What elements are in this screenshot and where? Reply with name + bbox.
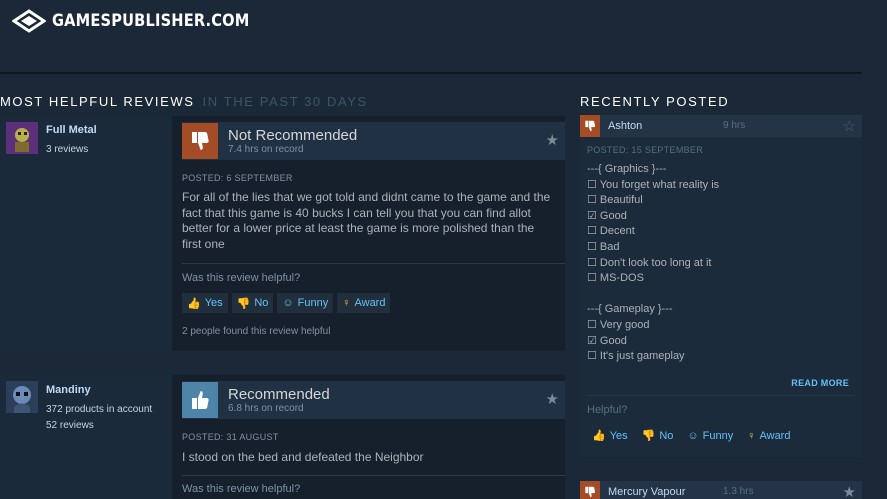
recent-line: ☐ Very good xyxy=(587,318,650,331)
helpful-question: Was this review helpful? xyxy=(182,483,301,495)
recent-review-body: ---{ Graphics }--- ☐ You forget what rea… xyxy=(587,162,857,365)
recent-section-title: RECENTLY POSTED xyxy=(580,94,730,109)
recent-author-name[interactable]: Ashton xyxy=(608,120,642,132)
funny-button[interactable]: ☺ Funny xyxy=(277,293,334,313)
avatar[interactable] xyxy=(6,381,38,413)
award-icon: ♀ xyxy=(342,297,351,309)
no-button[interactable]: 👎 No xyxy=(641,429,674,443)
award-button[interactable]: ♀ Award xyxy=(337,293,391,313)
recent-review-card: Mercury Vapour 1.3 hrs ★ xyxy=(580,481,862,499)
review-body: I stood on the bed and defeated the Neig… xyxy=(182,450,424,464)
review-author-count[interactable]: 52 reviews xyxy=(46,420,94,431)
review-author-panel: Mandiny 372 products in account 52 revie… xyxy=(0,375,172,499)
read-more-link[interactable]: READ MORE xyxy=(791,378,849,388)
posted-date: POSTED: 31 AUGUST xyxy=(182,432,279,442)
recent-helpful-question: Helpful? xyxy=(587,404,628,416)
recent-line: ---{ Gameplay }--- xyxy=(587,303,673,316)
review-author-panel: Full Metal 3 reviews xyxy=(0,116,172,351)
award-button[interactable]: ♀ Award xyxy=(747,429,790,442)
hours-on-record: 7.4 hrs on record xyxy=(228,144,304,155)
verdict-text: Not Recommended 7.4 hrs on record xyxy=(228,127,357,155)
no-label: No xyxy=(659,429,674,442)
thumbs-down-icon: 👎 xyxy=(641,430,656,442)
recent-line: ☐ Don't look too long at it xyxy=(587,256,712,269)
yes-button[interactable]: 👍 Yes xyxy=(182,293,228,313)
review-divider xyxy=(182,475,565,476)
helpful-section-title: MOST HELPFUL REVIEWS IN THE PAST 30 DAYS xyxy=(0,94,368,109)
verdict-header[interactable]: Recommended 6.8 hrs on record ★ xyxy=(182,381,565,419)
recent-review-card: Ashton 9 hrs ☆ POSTED: 15 SEPTEMBER ---{… xyxy=(580,115,862,457)
logo-icon xyxy=(12,9,46,33)
recent-line: ☐ Bad xyxy=(587,240,620,253)
posted-date: POSTED: 6 SEPTEMBER xyxy=(182,173,293,183)
vote-buttons: 👍 Yes 👎 No ☺ Funny ♀ Award xyxy=(182,293,391,313)
verdict-header[interactable]: Not Recommended 7.4 hrs on record ★ xyxy=(182,122,565,160)
site-logo[interactable]: GAMESPUBLISHER.COM xyxy=(12,9,282,33)
smiley-icon: ☺ xyxy=(687,429,699,442)
recent-hours: 1.3 hrs xyxy=(723,486,754,497)
recent-review-header[interactable]: Mercury Vapour 1.3 hrs ★ xyxy=(580,481,862,499)
review-body: For all of the lies that we got told and… xyxy=(182,190,551,251)
avatar[interactable] xyxy=(6,122,38,154)
review-author-name[interactable]: Mandiny xyxy=(46,384,91,396)
funny-button[interactable]: ☺ Funny xyxy=(687,429,733,442)
recent-hours: 9 hrs xyxy=(723,120,746,131)
recent-line: ☑ Good xyxy=(587,334,627,347)
thumbs-up-icon: 👍 xyxy=(187,297,201,310)
thumbs-up-icon xyxy=(182,382,218,418)
recent-author-name[interactable]: Mercury Vapour xyxy=(608,486,685,498)
recent-line: ☐ Beautiful xyxy=(587,194,643,207)
thumbs-up-icon: 👍 xyxy=(592,430,606,442)
review-divider xyxy=(182,263,565,264)
verdict-text: Recommended 6.8 hrs on record xyxy=(228,386,330,414)
yes-button[interactable]: 👍 Yes xyxy=(592,429,628,443)
award-icon: ♀ xyxy=(747,429,756,442)
recent-line: ☐ You forget what reality is xyxy=(587,178,720,191)
recent-line xyxy=(587,287,857,303)
review-card: Full Metal 3 reviews Not Recommended 7.4… xyxy=(0,116,565,351)
helpful-title: MOST HELPFUL REVIEWS xyxy=(0,94,195,109)
thumbs-down-icon xyxy=(580,115,600,137)
no-button[interactable]: 👎 No xyxy=(231,293,274,313)
funny-label: Funny xyxy=(702,429,734,442)
star-icon[interactable]: ★ xyxy=(546,131,559,149)
helpful-subtitle: IN THE PAST 30 DAYS xyxy=(202,94,368,109)
recent-line: ☐ It's just gameplay xyxy=(587,350,685,363)
thumbs-down-icon: 👎 xyxy=(236,297,251,310)
review-author-name[interactable]: Full Metal xyxy=(46,124,97,136)
smiley-icon: ☺ xyxy=(282,297,294,309)
review-author-count[interactable]: 3 reviews xyxy=(46,144,88,155)
star-icon[interactable]: ★ xyxy=(546,390,559,408)
yes-label: Yes xyxy=(204,297,223,309)
logo-text: GAMESPUBLISHER.COM xyxy=(52,11,250,31)
funny-label: Funny xyxy=(297,297,329,309)
yes-label: Yes xyxy=(609,429,628,442)
no-label: No xyxy=(254,297,269,309)
found-helpful-count: 2 people found this review helpful xyxy=(182,326,331,337)
verdict-title: Not Recommended xyxy=(228,127,358,144)
recent-divider xyxy=(587,395,855,396)
hours-on-record: 6.8 hrs on record xyxy=(228,403,304,414)
recent-vote-buttons: 👍 Yes 👎 No ☺ Funny ♀ Award xyxy=(592,429,790,443)
award-label: Award xyxy=(354,297,386,309)
verdict-title: Recommended xyxy=(228,386,330,403)
recent-review-header[interactable]: Ashton 9 hrs ☆ xyxy=(580,115,862,137)
header-divider xyxy=(0,72,862,74)
review-author-products[interactable]: 372 products in account xyxy=(46,404,152,415)
recent-line: ☑ Good xyxy=(587,209,627,222)
thumbs-down-icon xyxy=(580,481,600,499)
avatar-image xyxy=(6,381,38,413)
helpful-question: Was this review helpful? xyxy=(182,272,301,284)
star-icon[interactable]: ★ xyxy=(843,483,856,499)
award-label: Award xyxy=(759,429,791,442)
recent-line: ---{ Graphics }--- xyxy=(587,163,667,175)
review-card: Mandiny 372 products in account 52 revie… xyxy=(0,375,565,499)
recent-line: ☐ Decent xyxy=(587,225,635,238)
recent-line: ☐ MS-DOS xyxy=(587,272,644,285)
recent-posted-date: POSTED: 15 SEPTEMBER xyxy=(587,145,704,155)
thumbs-down-icon xyxy=(182,123,218,159)
avatar-image xyxy=(6,122,38,154)
star-outline-icon[interactable]: ☆ xyxy=(843,117,856,135)
